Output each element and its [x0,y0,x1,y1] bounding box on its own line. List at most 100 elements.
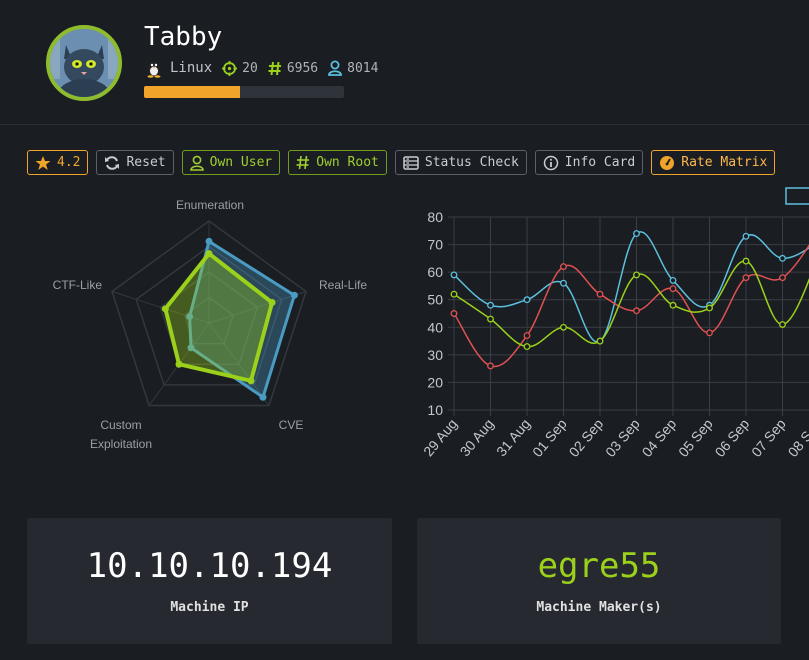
series-point [487,362,494,370]
x-tick-label: 06 Sep [712,415,753,459]
info-icon [543,155,559,170]
radar-axis-label-line: Enumeration [176,198,244,212]
radar-axis-label-line: Custom [100,418,141,432]
status-check-button[interactable]: Status Check [394,150,527,175]
series-point [450,271,458,279]
series-point [523,332,531,340]
machine-os: Linux [170,60,213,76]
y-tick-label: 60 [427,264,443,280]
series-point [669,285,677,293]
own-user-label: Own User [209,155,273,170]
status-check-label: Status Check [424,155,519,170]
user-owns-value: 8014 [347,60,379,76]
series-line [453,244,809,368]
machine-ip-value[interactable]: 10.10.10.194 [27,546,392,586]
refresh-icon [105,155,120,170]
radar-point [205,250,213,258]
progress-bar [144,86,344,98]
series-point [742,257,750,265]
crosshair-icon [222,60,238,76]
machine-header: Tabby Linux 20 6956 8014 [0,0,809,125]
series-point [669,276,677,284]
own-user-button[interactable]: Own User [181,150,281,175]
reset-label: Reset [126,155,166,170]
rating-button[interactable]: 4.2 [27,150,89,175]
series-point [596,337,604,345]
linux-penguin-icon [147,61,161,78]
series-point [523,343,531,351]
series-line [453,231,809,343]
server-icon [403,155,419,170]
series-point [779,254,786,262]
y-tick-label: 40 [427,319,443,335]
series-point [560,263,567,271]
x-tick-label: 03 Sep [602,415,643,459]
radar-axis-label-line: Real-Life [319,278,367,292]
user-icon [189,155,204,171]
machine-maker-value[interactable]: egre55 [417,546,781,586]
x-tick-label: 30 Aug [457,416,497,460]
points-stat: 20 [222,60,258,76]
radar-axis-label-line: CVE [279,418,304,432]
x-tick-label: 31 Aug [493,416,533,460]
series-point [779,274,786,282]
user-owns-stat: 8014 [328,60,378,76]
root-owns-stat: 6956 [268,61,318,76]
series-point [633,271,640,279]
x-tick-label: 04 Sep [639,415,680,459]
radar-axis-label-line: CTF-Like [53,278,103,292]
series-point [706,329,713,337]
series-point [560,279,567,287]
progress-fill [144,86,240,98]
y-tick-label: 80 [427,209,443,225]
series-point [633,230,640,237]
cat-avatar-icon [50,29,118,97]
star-icon [35,155,51,170]
hashtag-icon [268,61,281,75]
y-tick-label: 70 [427,237,443,253]
y-tick-label: 10 [427,402,443,418]
x-tick-label: 29 Aug [420,416,460,460]
points-value: 20 [242,60,258,76]
x-tick-label: 02 Sep [566,415,607,459]
series-point [779,321,786,328]
series-point [523,296,531,304]
radar-axis-label: CTF-Like [53,278,103,292]
radar-axis-label-line: Exploitation [90,437,152,451]
info-card-label: Info Card [564,155,636,170]
own-root-label: Own Root [316,155,379,170]
radar-point [290,291,298,299]
series-point [487,301,494,309]
own-root-button[interactable]: Own Root [288,150,387,175]
legend-swatch [785,187,809,205]
machine-ip-label: Machine IP [170,600,249,615]
series-point [742,274,750,282]
y-tick-label: 20 [427,374,443,390]
x-tick-label: 01 Sep [529,415,570,459]
series-line [453,260,809,348]
machine-ip-card: 10.10.10.194 Machine IP [27,518,392,644]
x-tick-label: 07 Sep [748,415,789,459]
radar-axis-label: Enumeration [176,198,244,212]
rate-matrix-label: Rate Matrix [681,155,768,170]
rate-matrix-button[interactable]: Rate Matrix [651,150,776,175]
gauge-icon [660,155,675,170]
machine-meta: Linux 20 6956 8014 [144,58,378,78]
radar-axis-label: Custom Exploitation [90,418,152,451]
series-point [669,301,677,309]
series-point [742,232,750,240]
reset-button[interactable]: Reset [96,150,174,175]
line-chart: 80 70 60 50 40 30 20 1029 Aug30 Aug31 Aug01 Sep… [420,187,809,460]
radar-point [259,393,267,401]
machine-name: Tabby [144,22,223,52]
info-card-button[interactable]: Info Card [534,150,644,175]
machine-avatar [46,25,122,101]
radar-point [175,360,183,368]
radar-axis-label: Real-Life [319,278,367,292]
series-point [450,310,458,317]
y-tick-label: 50 [427,292,443,308]
user-icon [328,60,343,76]
root-owns-value: 6956 [286,60,319,76]
rating-value: 4.2 [57,155,81,170]
series-point [450,290,458,298]
